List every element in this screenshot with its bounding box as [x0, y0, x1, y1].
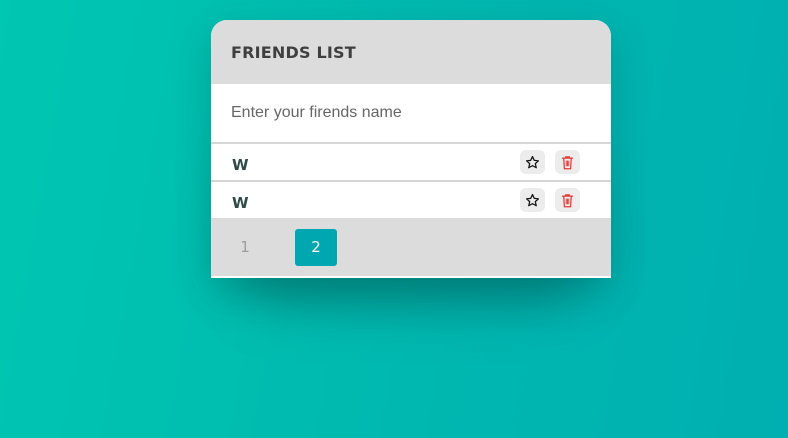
delete-button[interactable] — [555, 150, 580, 174]
card-title: FRIENDS LIST — [231, 42, 356, 62]
page-button-1[interactable]: 1 — [224, 229, 266, 266]
trash-icon — [561, 193, 574, 207]
friend-name-input[interactable] — [211, 84, 611, 144]
favorite-button[interactable] — [520, 188, 545, 212]
trash-icon — [561, 155, 574, 169]
friend-list-item: W — [211, 182, 611, 218]
pagination: 1 2 — [211, 218, 611, 276]
star-outline-icon — [525, 155, 540, 168]
card-header: FRIENDS LIST — [211, 20, 611, 84]
delete-button[interactable] — [555, 188, 580, 212]
friend-list-item: W — [211, 144, 611, 182]
friends-list-card: FRIENDS LIST W W — [211, 20, 611, 278]
star-outline-icon — [525, 193, 540, 206]
friend-name: W — [232, 155, 249, 174]
page-button-2[interactable]: 2 — [295, 228, 337, 266]
friend-name: W — [232, 193, 249, 212]
favorite-button[interactable] — [520, 150, 545, 174]
